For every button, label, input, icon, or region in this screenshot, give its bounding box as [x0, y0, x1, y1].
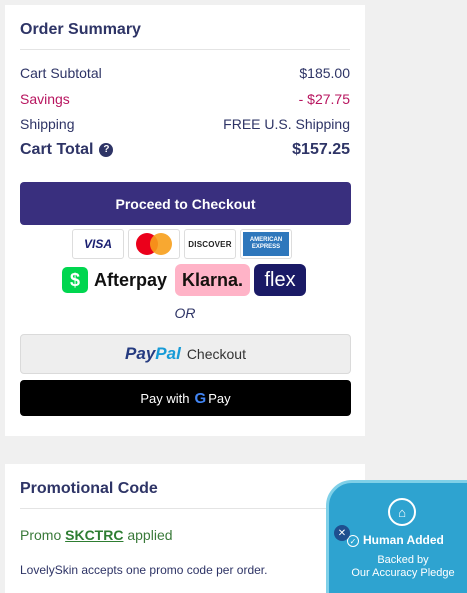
- order-summary-title: Order Summary: [20, 21, 141, 38]
- google-pay-button[interactable]: Pay with G Pay: [20, 380, 351, 416]
- divider: [20, 508, 350, 509]
- paypal-checkout-button[interactable]: PayPal Checkout: [20, 334, 351, 374]
- paypal-checkout-label: Checkout: [186, 346, 246, 362]
- cart-total-row: Cart Total? $157.25: [20, 141, 350, 159]
- promo-prefix: Promo: [20, 527, 62, 543]
- subtotal-row: Cart Subtotal $185.00: [20, 65, 350, 81]
- discover-label: DISCOVER: [188, 239, 232, 249]
- shipping-label: Shipping: [20, 116, 75, 132]
- house-shield-icon: ⌂: [388, 498, 416, 526]
- promo-code-link[interactable]: SKCTRC: [65, 527, 123, 543]
- promo-note: LovelySkin accepts one promo code per or…: [20, 563, 268, 577]
- mastercard-icon: [128, 229, 180, 259]
- promo-title: Promotional Code: [20, 480, 158, 497]
- amex-icon: AMERICAN EXPRESS: [240, 229, 292, 259]
- proceed-to-checkout-button[interactable]: Proceed to Checkout: [20, 182, 351, 225]
- subtotal-value: $185.00: [299, 65, 350, 81]
- visa-label: VISA: [83, 237, 112, 251]
- mastercard-circles: [136, 233, 172, 255]
- savings-row: Savings - $27.75: [20, 91, 350, 107]
- paypal-logo: PayPal: [125, 344, 181, 364]
- flex-badge[interactable]: flex: [254, 264, 307, 296]
- savings-value: - $27.75: [298, 91, 350, 107]
- promo-applied-text: Promo SKCTRC applied: [20, 527, 173, 543]
- paypal-pal: Pal: [155, 344, 181, 363]
- promo-code-card: Promotional Code Promo SKCTRC applied Lo…: [5, 464, 365, 593]
- divider: [20, 49, 350, 50]
- afterpay-label: Afterpay: [94, 269, 168, 290]
- subtotal-label: Cart Subtotal: [20, 65, 102, 81]
- badge-title: Human Added: [363, 533, 444, 547]
- klarna-badge[interactable]: Klarna.: [175, 264, 251, 296]
- google-g-icon: G: [194, 389, 207, 407]
- gpay-label: Pay: [208, 390, 231, 406]
- shipping-value: FREE U.S. Shipping: [223, 116, 350, 132]
- close-icon[interactable]: ✕: [334, 525, 350, 541]
- accepted-cards: VISA DISCOVER AMERICAN EXPRESS: [72, 229, 292, 259]
- amex-line2: EXPRESS: [251, 244, 281, 250]
- question-circle-icon[interactable]: ?: [99, 142, 114, 157]
- order-summary-card: Order Summary Cart Subtotal $185.00 Savi…: [5, 5, 365, 436]
- cash-app-icon: $: [62, 267, 88, 293]
- badge-line2: Our Accuracy Pledge: [351, 567, 455, 579]
- amex-box: AMERICAN EXPRESS: [243, 232, 289, 256]
- paypal-pay: Pay: [125, 344, 156, 363]
- cart-total-label: Cart Total: [20, 141, 94, 158]
- gpay-prefix: Pay with: [140, 390, 190, 406]
- savings-label: Savings: [20, 91, 70, 107]
- afterpay-badge[interactable]: $ Afterpay: [62, 264, 171, 296]
- visa-icon: VISA: [72, 229, 124, 259]
- shipping-row: Shipping FREE U.S. Shipping: [20, 116, 350, 132]
- amex-line1: AMERICAN: [249, 237, 283, 244]
- or-divider-text: OR: [174, 305, 196, 321]
- promo-suffix: applied: [127, 527, 173, 543]
- cart-total-value: $157.25: [292, 141, 350, 158]
- badge-line1: Backed by: [377, 554, 429, 566]
- discover-icon: DISCOVER: [184, 229, 236, 259]
- pay-later-options: $ Afterpay Klarna. flex: [62, 264, 307, 296]
- cart-total-label-wrap: Cart Total?: [20, 141, 114, 159]
